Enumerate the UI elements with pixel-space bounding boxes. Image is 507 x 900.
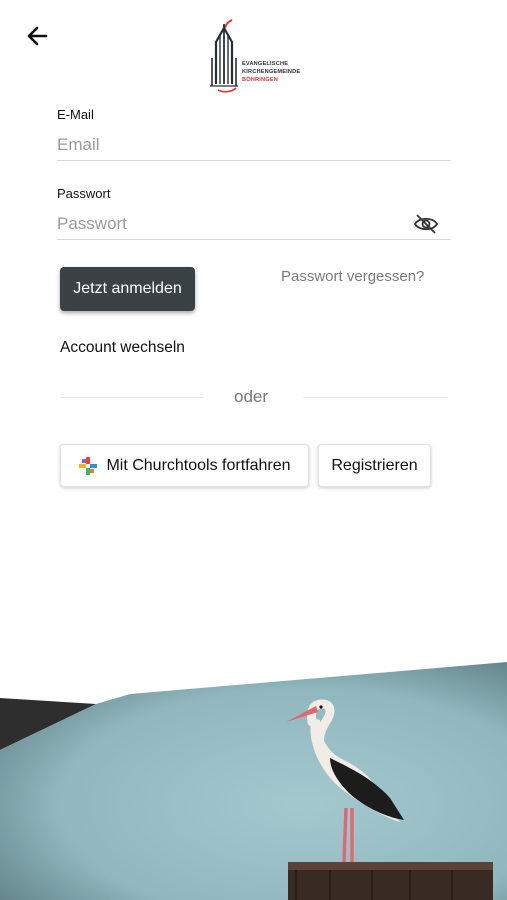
arrow-left-icon <box>27 26 48 46</box>
eye-off-icon <box>413 214 439 234</box>
or-separator: oder <box>234 387 269 406</box>
churchtools-login-button[interactable]: Mit Churchtools fortfahren <box>60 444 309 487</box>
login-button[interactable]: Jetzt anmelden <box>60 267 195 311</box>
stork-hero-image <box>0 662 507 900</box>
register-button[interactable]: Registrieren <box>318 444 431 487</box>
email-field[interactable] <box>57 130 451 161</box>
churchtools-button-label: Mit Churchtools fortfahren <box>106 456 291 474</box>
password-label: Passwort <box>57 186 111 201</box>
churchtools-cross-icon <box>79 456 98 475</box>
church-tower-icon <box>210 19 238 93</box>
password-visibility-toggle[interactable] <box>413 212 439 236</box>
logo-text-line1: EVANGELISCHE <box>242 61 289 67</box>
back-button[interactable] <box>24 22 52 50</box>
password-field[interactable] <box>57 209 451 240</box>
forgot-password-link[interactable]: Passwort vergessen? <box>281 268 424 285</box>
church-logo: EVANGELISCHE KIRCHENGEMEINDE BÖHRINGEN <box>204 14 304 94</box>
divider-right <box>303 397 447 398</box>
logo-text-line3: BÖHRINGEN <box>242 77 278 83</box>
divider-left <box>60 397 204 398</box>
email-label: E-Mail <box>57 107 94 122</box>
switch-account-link[interactable]: Account wechseln <box>60 339 185 357</box>
logo-text-line2: KIRCHENGEMEINDE <box>242 69 301 75</box>
